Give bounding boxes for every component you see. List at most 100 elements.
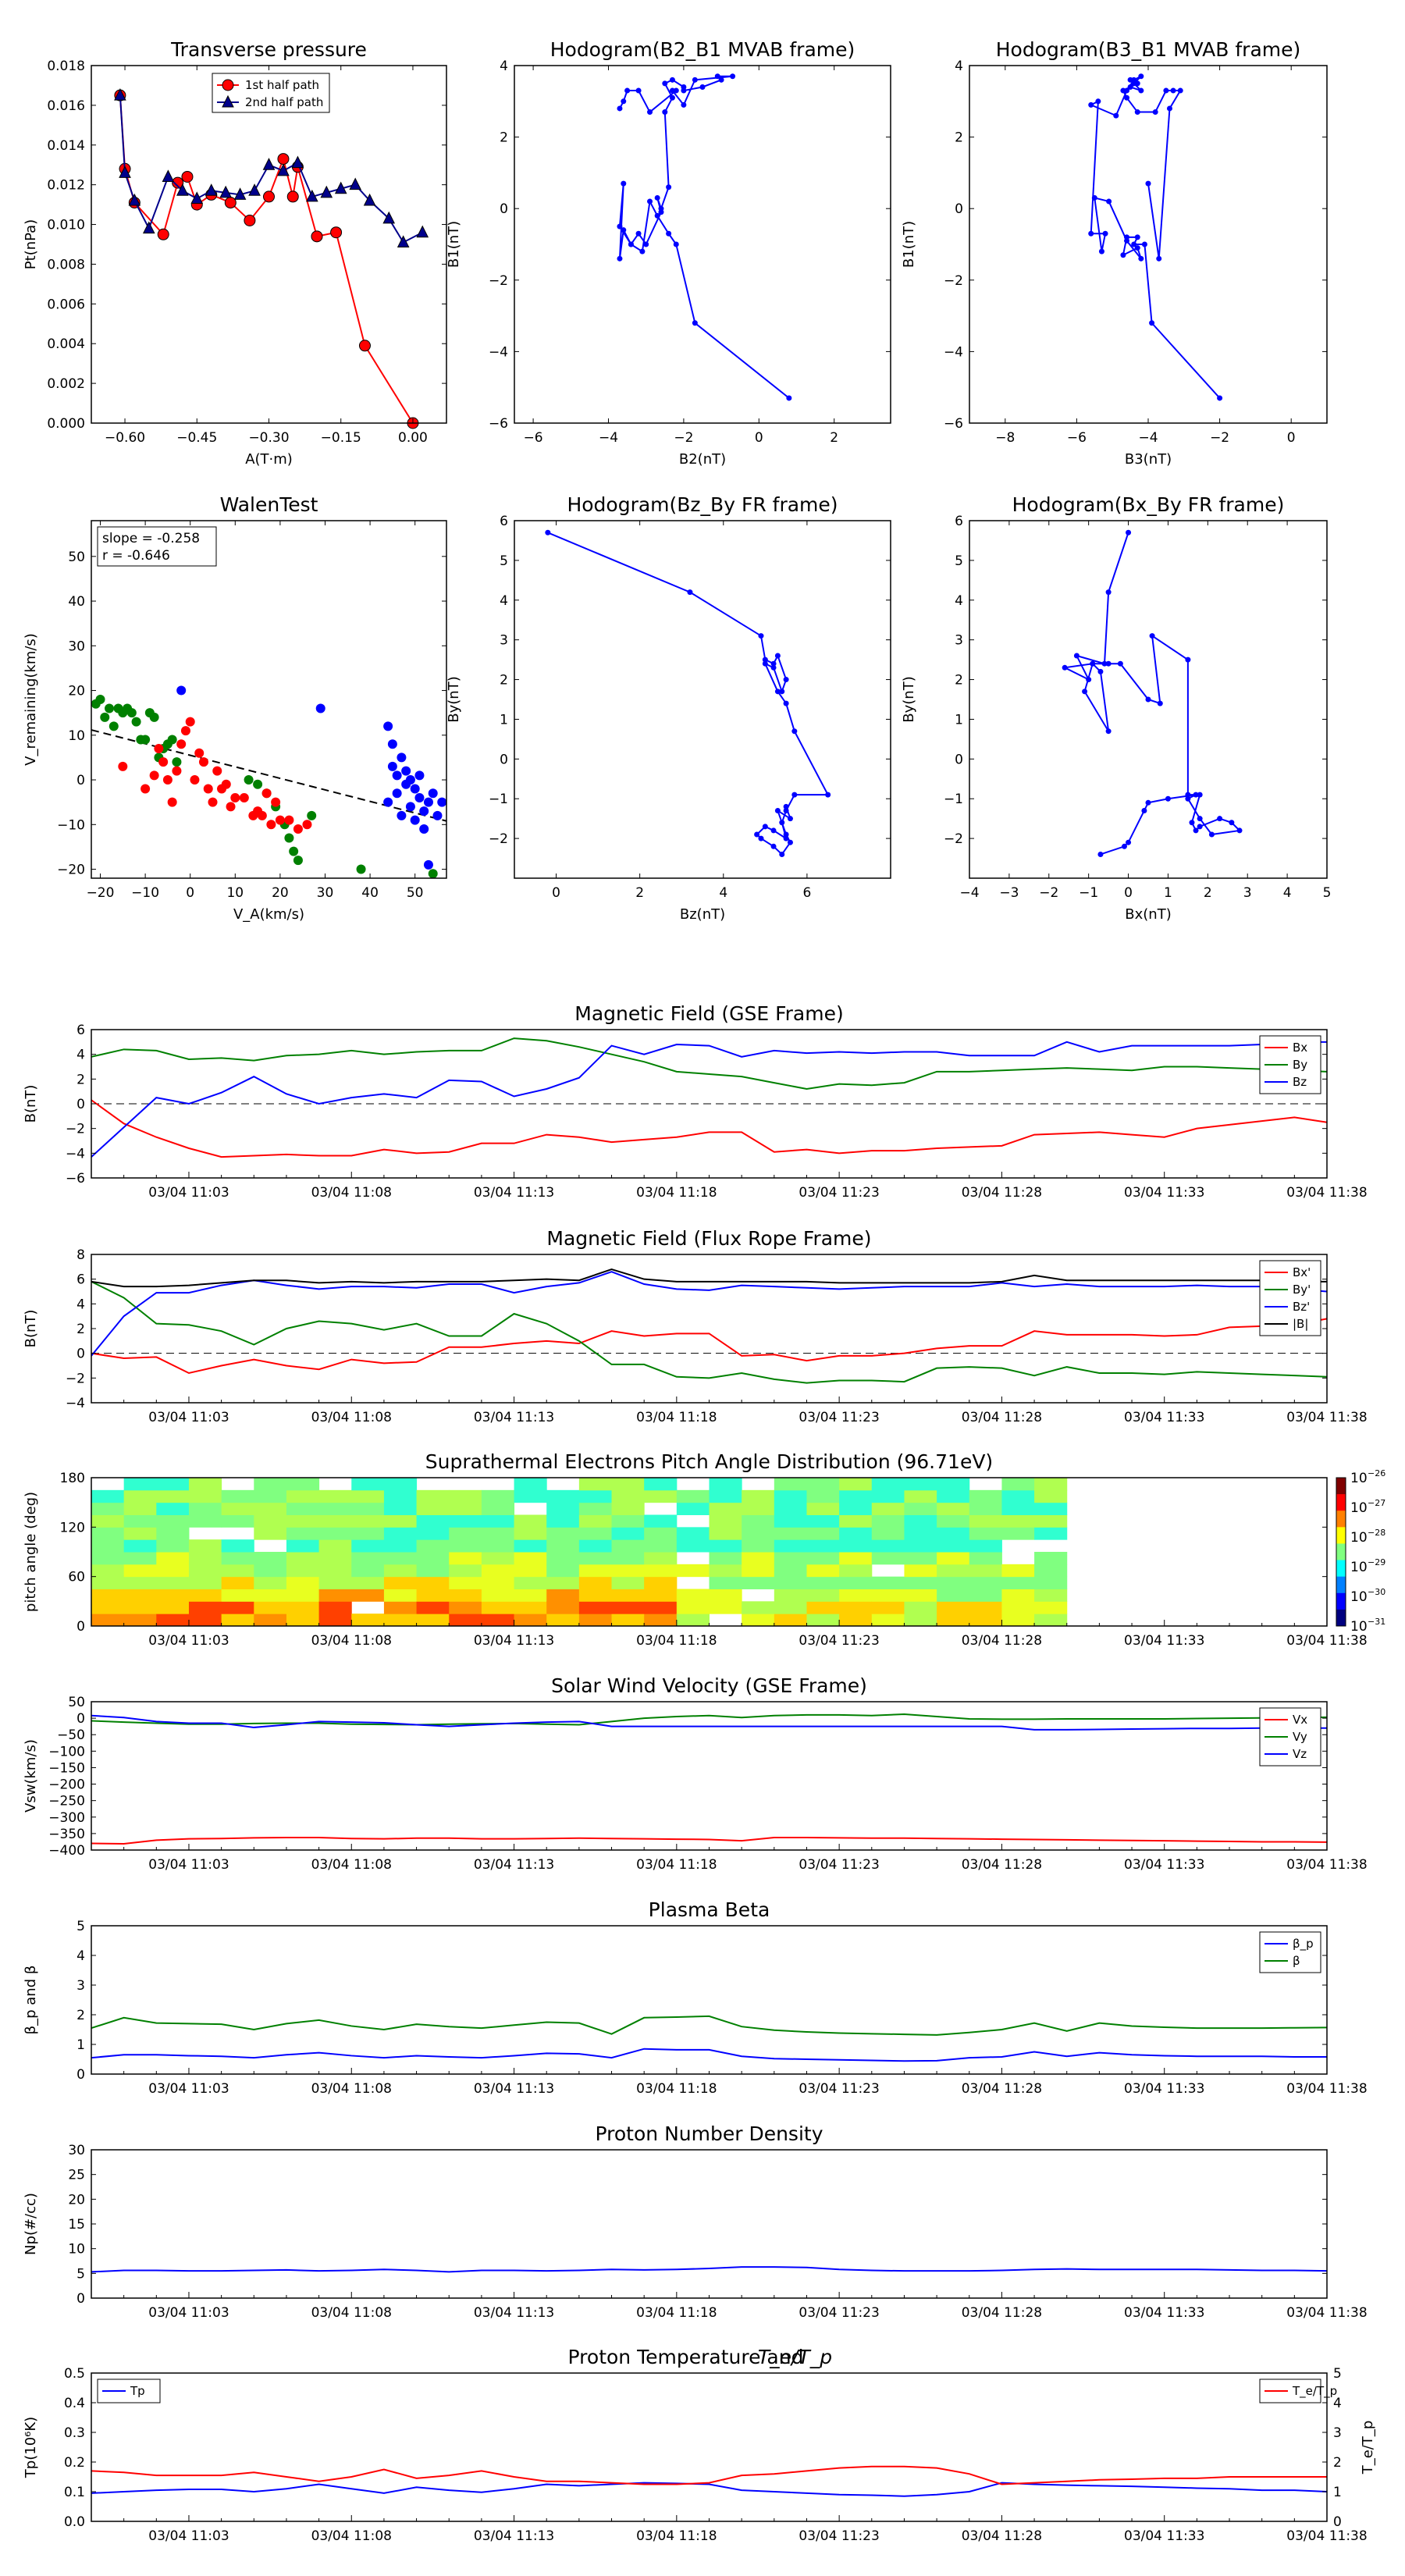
legend-label: Bx [1293,1041,1307,1055]
data-point [669,76,675,83]
x-tick-label: 03/04 11:23 [799,2528,879,2544]
legend-label: Tp [130,2384,145,2398]
x-tick-label: −0.45 [176,430,217,446]
data-point [230,792,240,802]
data-point [330,226,343,239]
heatmap-cell [969,1564,1002,1578]
x-tick-label: −0.30 [248,430,289,446]
heatmap-cell [937,1539,970,1553]
data-point [387,761,397,771]
data-point [293,824,303,834]
x-tick-label: 10 [226,885,244,901]
chart-title: Magnetic Field (Flux Rope Frame) [546,1227,871,1250]
annotation-text: r = -0.646 [102,548,170,564]
y-tick-label: 8 [76,1247,85,1263]
y-tick-label: 25 [68,2168,85,2183]
heatmap-cell [806,1601,840,1614]
heatmap-cell [611,1539,645,1553]
x-tick-label: 03/04 11:08 [311,1410,392,1425]
heatmap-cell [123,1589,157,1602]
y-tick-label: 20 [68,684,85,699]
data-point [432,810,443,820]
heatmap-cell [254,1564,287,1578]
heatmap-cell [969,1502,1002,1515]
heatmap-cell [839,1502,873,1515]
heatmap-cell [1034,1527,1068,1540]
heatmap-cell [383,1601,418,1614]
heatmap-cell [416,1564,450,1578]
heatmap-cell [156,1527,190,1540]
heatmap-cell [481,1539,515,1553]
x-tick-label: 03/04 11:23 [799,1185,879,1201]
heatmap-cell [416,1514,450,1528]
x-axis-label: A(T·m) [245,451,293,468]
data-point [1086,677,1092,683]
heatmap-cell [774,1539,807,1553]
heatmap-cell [286,1564,320,1578]
heatmap-cell [774,1514,807,1528]
heatmap-cell [416,1589,450,1602]
data-point [302,820,312,830]
heatmap-cell [123,1601,157,1614]
heatmap-cell [806,1489,840,1503]
data-point [428,788,438,799]
y-tick-label: 180 [60,1471,85,1486]
data-point [621,98,627,105]
data-point [662,80,668,87]
heatmap-cell [351,1514,385,1528]
heatmap-cell [969,1539,1002,1553]
heatmap-cell [904,1539,937,1553]
heatmap-cell [156,1489,190,1503]
heatmap-cell [351,1478,385,1491]
x-tick-label: 03/04 11:28 [962,2305,1042,2321]
y-axis-label: B1(nT) [901,221,917,268]
data-point [673,87,679,94]
y-tick-label: 0 [76,2067,85,2083]
heatmap-cell [221,1601,254,1614]
x-tick-label: −0.60 [105,430,145,446]
data-point [1149,633,1155,639]
heatmap-cell [123,1576,157,1589]
data-point [383,721,393,731]
heatmap-cell [774,1601,807,1614]
data-point [149,712,159,722]
y-axis-label: β_p and β [23,1966,39,2035]
y-tick-label: 15 [68,2217,85,2233]
heatmap-cell [969,1514,1002,1528]
data-point [131,717,141,727]
x-tick-label: 03/04 11:28 [962,1633,1042,1649]
heatmap-cell [254,1614,287,1627]
data-point [624,87,631,94]
data-point [783,803,789,809]
y-tick-label: 6 [955,514,963,529]
y-tick-label: 4 [76,1948,85,1964]
x-tick-label: 03/04 11:33 [1124,1633,1204,1649]
data-point [787,816,793,822]
heatmap-cell [383,1514,418,1528]
heatmap-cell [188,1576,222,1589]
heatmap-cell [774,1489,807,1503]
heatmap-cell [904,1502,937,1515]
x-tick-label: 0 [552,885,560,901]
x-tick-label: 03/04 11:33 [1124,2081,1204,2097]
data-point [414,770,425,781]
x-tick-label: 0 [1287,430,1296,446]
heatmap-cell [188,1601,222,1614]
data-point [95,695,105,704]
x-tick-label: 0 [1124,885,1133,901]
heatmap-cell [644,1489,678,1503]
y-tick-label: −350 [48,1827,85,1842]
y-axis-label: T_e/T_p [1360,2421,1376,2475]
data-point [194,748,205,758]
heatmap-cell [742,1514,775,1528]
heatmap-cell [904,1478,937,1491]
y-tick-label: 3 [76,1978,85,1994]
heatmap-cell [351,1539,385,1553]
y-axis-label: Pt(nPa) [23,219,39,269]
heatmap-cell [1034,1514,1068,1528]
y-tick-label: 1 [500,712,508,728]
heatmap-cell [449,1576,482,1589]
colorbar-label: 10 [1350,1589,1368,1605]
y-tick-label: 2 [955,673,963,688]
data-point [1134,234,1140,240]
